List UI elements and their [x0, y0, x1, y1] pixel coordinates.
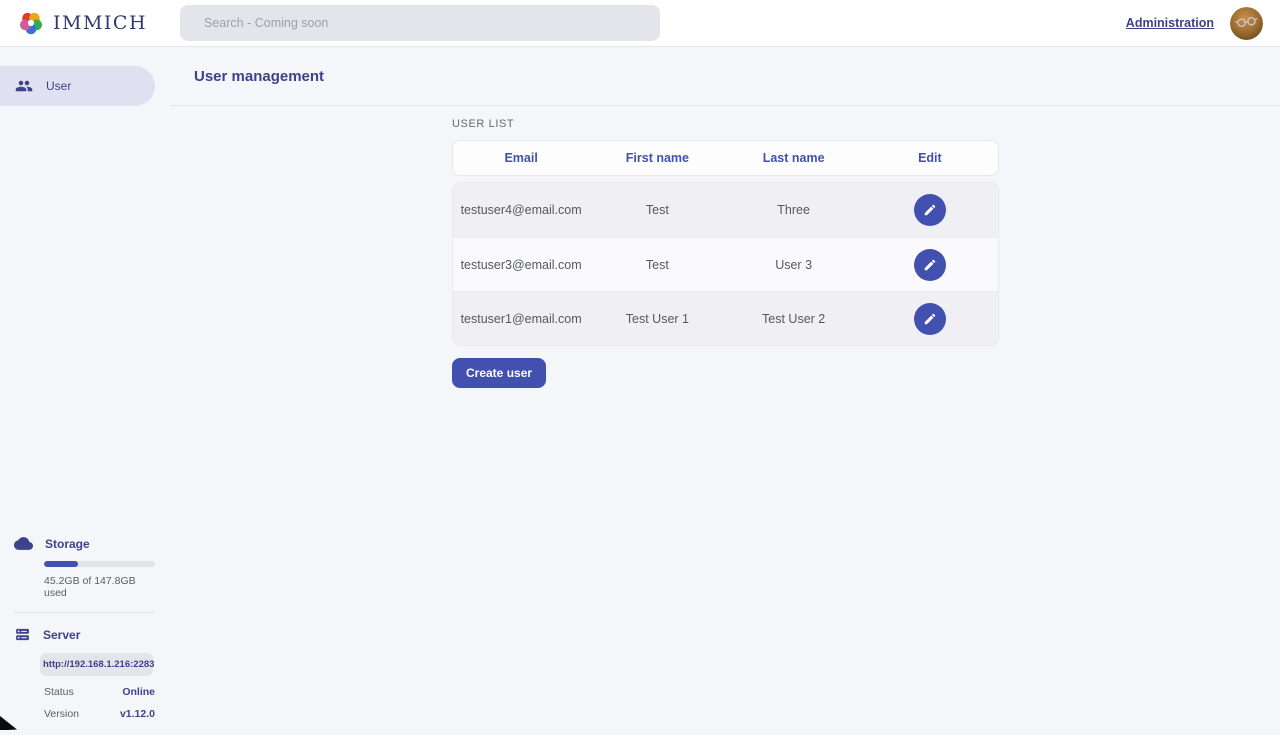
column-header-last-name: Last name [726, 151, 862, 165]
main-content: User management USER LIST Email First na… [171, 47, 1280, 730]
cell-first-name: Test User 1 [589, 312, 725, 326]
status-label: Status [44, 686, 74, 698]
user-avatar[interactable] [1230, 7, 1263, 40]
sidebar-divider [14, 612, 155, 613]
immich-admin-page: { "header": { "app_name": "IMMICH", "sea… [0, 0, 1280, 730]
administration-link[interactable]: Administration [1126, 16, 1214, 30]
table-body: testuser4@email.com Test Three testuser3… [452, 182, 999, 346]
people-icon [15, 77, 33, 95]
page-header: User management [171, 47, 1280, 106]
version-label: Version [44, 708, 79, 720]
storage-header: Storage [14, 534, 155, 553]
sidebar: User Storage 45.2GB of 147.8GB used [0, 47, 171, 730]
immich-logo[interactable]: IMMICH [18, 10, 147, 36]
user-list-label: USER LIST [452, 118, 999, 130]
server-status-row: Status Online [44, 686, 155, 698]
top-bar: IMMICH Administration [0, 0, 1280, 47]
server-title: Server [43, 628, 80, 642]
status-value: Online [122, 686, 155, 698]
server-version-row: Version v1.12.0 [44, 708, 155, 720]
search-input[interactable] [180, 5, 660, 41]
server-icon [14, 626, 31, 643]
table-header-row: Email First name Last name Edit [452, 140, 999, 176]
storage-title: Storage [45, 537, 90, 551]
server-header: Server [14, 626, 155, 643]
pencil-icon [923, 312, 937, 326]
table-row: testuser1@email.com Test User 1 Test Use… [453, 291, 998, 345]
user-table: Email First name Last name Edit testuser… [452, 140, 999, 346]
cell-last-name: Test User 2 [726, 312, 862, 326]
sidebar-item-label: User [46, 79, 71, 93]
pencil-icon [923, 203, 937, 217]
user-list-section: USER LIST Email First name Last name Edi… [452, 118, 999, 388]
storage-progress-fill [44, 561, 78, 567]
table-row: testuser4@email.com Test Three [453, 183, 998, 237]
avatar-photo [1230, 7, 1263, 40]
column-header-email: Email [453, 151, 589, 165]
cloud-icon [14, 534, 33, 553]
pencil-icon [923, 258, 937, 272]
cell-first-name: Test [589, 203, 725, 217]
create-user-button[interactable]: Create user [452, 358, 546, 388]
storage-usage-text: 45.2GB of 147.8GB used [44, 575, 155, 599]
cell-email: testuser1@email.com [453, 312, 589, 326]
immich-flower-icon [18, 10, 44, 36]
sidebar-item-user[interactable]: User [0, 66, 155, 106]
page-title: User management [194, 68, 324, 85]
storage-progress-bar [44, 561, 155, 567]
column-header-edit: Edit [862, 151, 998, 165]
version-value: v1.12.0 [120, 708, 155, 720]
cell-last-name: User 3 [726, 258, 862, 272]
app-name: IMMICH [53, 12, 147, 34]
search-bar[interactable] [180, 5, 660, 41]
cell-email: testuser3@email.com [453, 258, 589, 272]
edit-user-button[interactable] [914, 249, 946, 281]
cell-last-name: Three [726, 203, 862, 217]
edit-user-button[interactable] [914, 194, 946, 226]
column-header-first-name: First name [589, 151, 725, 165]
edit-user-button[interactable] [914, 303, 946, 335]
cell-first-name: Test [589, 258, 725, 272]
topbar-right: Administration [1126, 7, 1263, 40]
sidebar-status-panel: Storage 45.2GB of 147.8GB used Serv [0, 534, 155, 720]
table-row: testuser3@email.com Test User 3 [453, 237, 998, 291]
cell-email: testuser4@email.com [453, 203, 589, 217]
server-url-badge: http://192.168.1.216:2283 [40, 653, 153, 676]
